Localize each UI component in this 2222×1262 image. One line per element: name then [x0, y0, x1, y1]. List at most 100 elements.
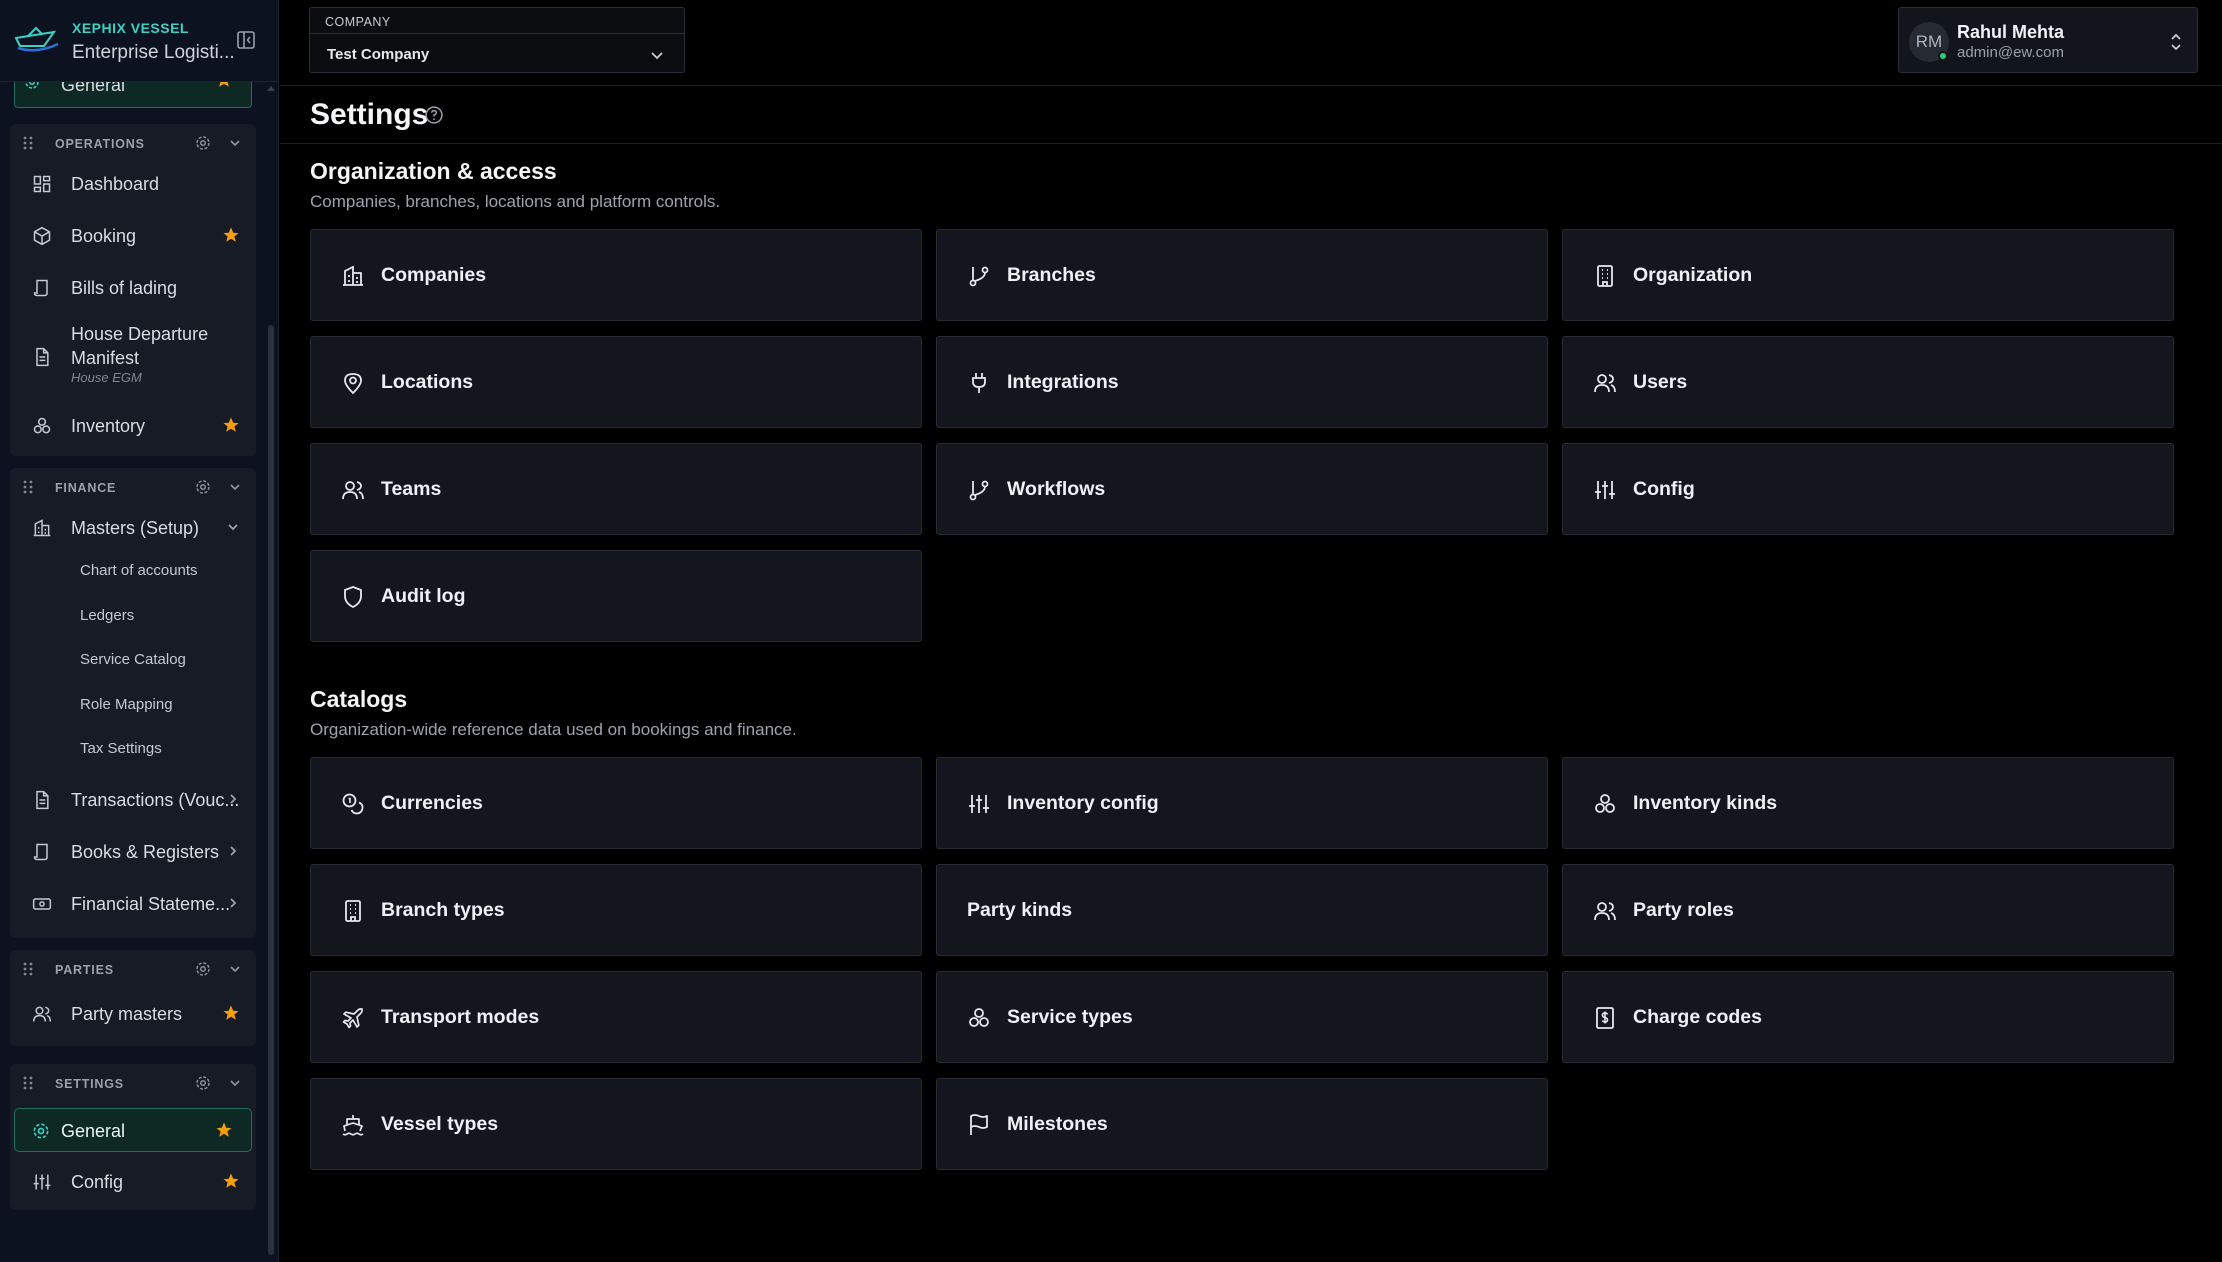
sidebar-subitem-chart-of-accounts[interactable]: Chart of accounts — [80, 562, 198, 579]
star-icon[interactable] — [222, 1004, 240, 1022]
chevron-right-icon[interactable] — [226, 844, 240, 858]
gear-icon[interactable] — [194, 478, 212, 496]
card-inventory-kinds[interactable]: Inventory kinds — [1562, 757, 2174, 849]
sidebar-subitem-service-catalog[interactable]: Service Catalog — [80, 651, 186, 668]
gear-icon[interactable] — [194, 960, 212, 978]
card-label: Branch types — [381, 899, 505, 921]
chevron-down-icon[interactable] — [228, 962, 242, 976]
scroll-icon — [32, 842, 52, 862]
drag-handle-icon[interactable] — [22, 480, 34, 494]
card-milestones[interactable]: Milestones — [936, 1078, 1548, 1170]
sidebar-item-books-registers[interactable]: Books & Registers — [22, 830, 246, 874]
sidebar-item-party-masters[interactable]: Party masters — [22, 992, 246, 1036]
sidebar-item-label: Masters (Setup) — [71, 518, 200, 538]
card-label: Branches — [1007, 264, 1096, 286]
sidebar-item-label: Bills of lading — [71, 278, 178, 298]
drag-handle-icon[interactable] — [22, 1076, 34, 1090]
brand-name: XEPHIX VESSEL — [72, 20, 189, 36]
sidebar-collapse-icon[interactable] — [236, 30, 256, 50]
card-charge-codes[interactable]: Charge codes — [1562, 971, 2174, 1063]
page-title: Settings — [310, 98, 429, 131]
card-label: Transport modes — [381, 1006, 540, 1028]
group-header: OPERATIONS — [10, 124, 256, 162]
card-locations[interactable]: Locations — [310, 336, 922, 428]
star-icon[interactable] — [215, 82, 233, 89]
sidebar-item-config[interactable]: Config — [22, 1160, 246, 1204]
card-label: Locations — [381, 371, 474, 393]
sidebar-item-label: Dashboard — [71, 174, 160, 194]
user-menu[interactable]: RM Rahul Mehta admin@ew.com — [1898, 7, 2198, 73]
sidebar-group-parties: PARTIES Party masters — [10, 950, 256, 1046]
help-circle-icon[interactable] — [424, 105, 444, 125]
chevron-down-icon[interactable] — [228, 1076, 242, 1090]
card-teams[interactable]: Teams — [310, 443, 922, 535]
sidebar-scroll-area[interactable]: General OPERATIONS Dashboard Booking Bil… — [0, 82, 265, 1262]
card-audit-log[interactable]: Audit log — [310, 550, 922, 642]
sidebar-item-masters-setup[interactable]: Masters (Setup) — [22, 506, 246, 550]
sidebar-scrollbar[interactable] — [268, 325, 274, 1255]
card-label: Vessel types — [381, 1113, 499, 1135]
card-service-types[interactable]: Service types — [936, 971, 1548, 1063]
sidebar-subitem-role-mapping[interactable]: Role Mapping — [80, 696, 173, 713]
star-icon[interactable] — [222, 416, 240, 434]
card-vessel-types[interactable]: Vessel types — [310, 1078, 922, 1170]
sliders-icon — [967, 792, 991, 816]
card-workflows[interactable]: Workflows — [936, 443, 1548, 535]
chevron-down-icon[interactable] — [226, 520, 240, 534]
card-party-kinds[interactable]: Party kinds — [936, 864, 1548, 956]
sidebar-group-operations: OPERATIONS Dashboard Booking Bills of la — [10, 124, 256, 456]
drag-handle-icon[interactable] — [22, 136, 34, 150]
card-integrations[interactable]: Integrations — [936, 336, 1548, 428]
chevron-down-icon[interactable] — [228, 480, 242, 494]
scroll-up-icon[interactable] — [266, 84, 276, 92]
card-transport-modes[interactable]: Transport modes — [310, 971, 922, 1063]
card-users[interactable]: Users — [1562, 336, 2174, 428]
card-config[interactable]: Config — [1562, 443, 2174, 535]
gear-icon[interactable] — [194, 1074, 212, 1092]
sidebar-item-booking[interactable]: Booking — [22, 214, 246, 258]
sidebar-subitem-ledgers[interactable]: Ledgers — [80, 607, 134, 624]
card-branches[interactable]: Branches — [936, 229, 1548, 321]
sidebar-group-finance: FINANCE Masters (Setup) Chart of account… — [10, 468, 256, 938]
sidebar-item-general[interactable]: General — [14, 1108, 252, 1152]
sidebar: XEPHIX VESSEL Enterprise Logisti... Gene… — [0, 0, 279, 1262]
users-icon — [341, 478, 365, 502]
card-inventory-config[interactable]: Inventory config — [936, 757, 1548, 849]
boxes-icon — [32, 416, 52, 436]
chevron-down-icon[interactable] — [228, 136, 242, 150]
chevron-right-icon[interactable] — [226, 792, 240, 806]
drag-handle-icon[interactable] — [22, 962, 34, 976]
star-icon[interactable] — [222, 1172, 240, 1190]
star-icon[interactable] — [215, 1121, 233, 1139]
sidebar-item-label: Booking — [71, 226, 137, 246]
file-text-icon — [32, 790, 52, 810]
sidebar-item-transactions[interactable]: Transactions (Vouc... — [22, 778, 246, 822]
card-branch-types[interactable]: Branch types — [310, 864, 922, 956]
card-currencies[interactable]: Currencies — [310, 757, 922, 849]
user-email: admin@ew.com — [1957, 44, 2064, 61]
sidebar-subitem-tax-settings[interactable]: Tax Settings — [80, 740, 162, 757]
sidebar-item-financial-statements[interactable]: Financial Stateme... — [22, 882, 246, 926]
chevron-right-icon[interactable] — [226, 896, 240, 910]
plane-icon — [341, 1006, 365, 1030]
boxes-icon — [967, 1006, 991, 1030]
gear-icon — [31, 1121, 51, 1141]
company-select[interactable]: Test Company — [310, 33, 684, 73]
chevrons-up-down-icon — [2169, 32, 2183, 52]
sidebar-item-sublabel: House EGM — [71, 370, 142, 385]
gear-icon[interactable] — [194, 134, 212, 152]
sidebar-item-inventory[interactable]: Inventory — [22, 404, 246, 448]
banknote-icon — [32, 894, 52, 914]
sidebar-item-bills-of-lading[interactable]: Bills of lading — [22, 266, 246, 310]
sidebar-item-dashboard[interactable]: Dashboard — [22, 162, 246, 206]
star-icon[interactable] — [222, 226, 240, 244]
card-party-roles[interactable]: Party roles — [1562, 864, 2174, 956]
sidebar-item-general-pinned[interactable]: General — [14, 82, 252, 108]
brand: XEPHIX VESSEL Enterprise Logisti... — [0, 0, 279, 82]
gear-icon — [23, 82, 41, 91]
brand-subtitle: Enterprise Logisti... — [72, 42, 235, 63]
card-organization[interactable]: Organization — [1562, 229, 2174, 321]
git-branch-icon — [967, 264, 991, 288]
sidebar-item-house-departure-manifest[interactable]: House Departure Manifest House EGM — [22, 318, 246, 396]
card-companies[interactable]: Companies — [310, 229, 922, 321]
